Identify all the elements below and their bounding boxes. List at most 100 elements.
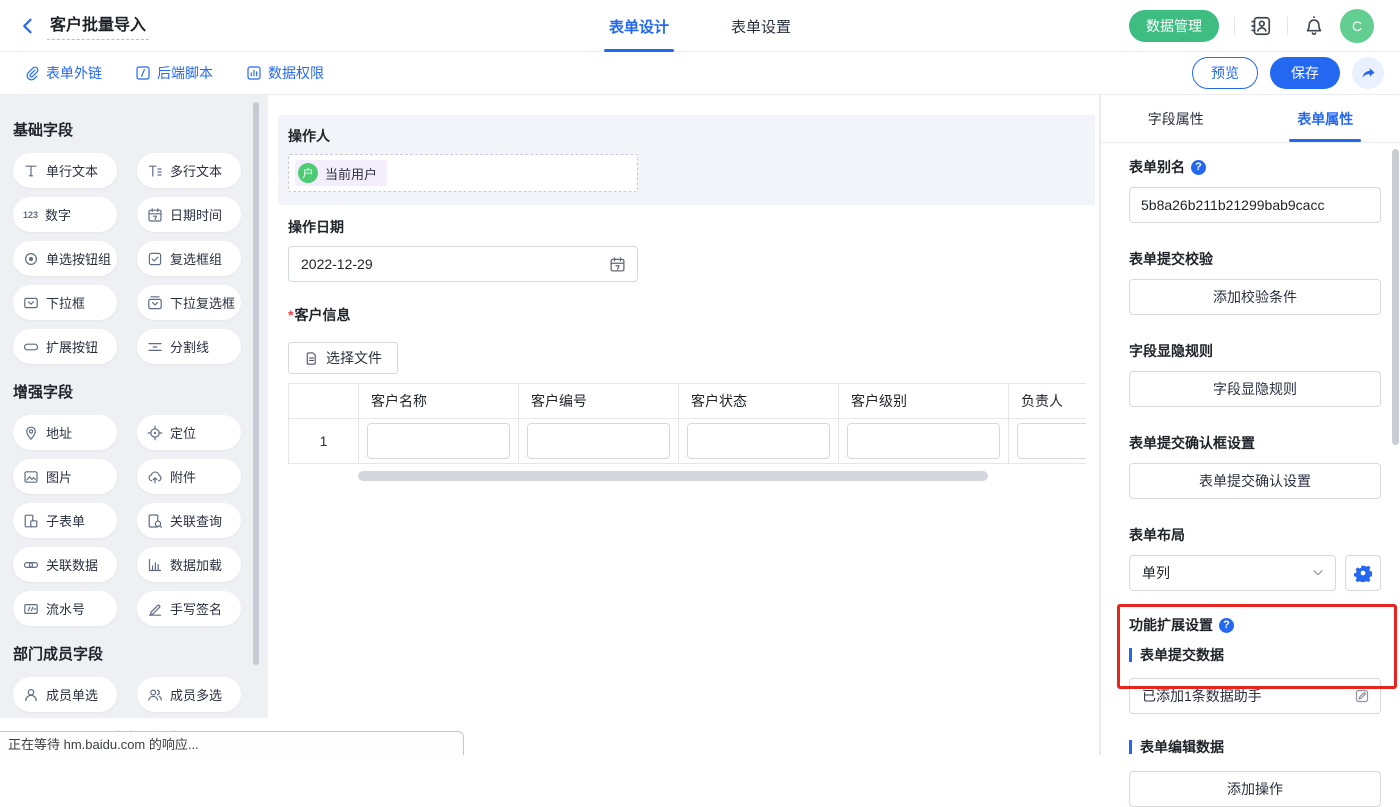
chevron-down-icon — [1311, 566, 1325, 580]
code-icon — [135, 65, 151, 81]
field-label: 手写签名 — [170, 599, 222, 618]
field-single-line-text[interactable]: 单行文本 — [13, 153, 117, 188]
field-label: 地址 — [46, 423, 72, 442]
extension-settings-label: 功能扩展设置 — [1129, 615, 1381, 635]
notification-bell-icon[interactable] — [1303, 15, 1325, 37]
customer-info-label: *客户信息 — [288, 305, 1085, 325]
field-related-data[interactable]: 关联数据 — [13, 547, 117, 582]
field-label: 关联查询 — [170, 511, 222, 530]
share-arrow-icon — [1360, 65, 1377, 82]
operation-date-field[interactable]: 操作日期 2022-12-29 — [288, 217, 638, 282]
choose-file-button[interactable]: 选择文件 — [288, 342, 398, 374]
sidebar-scrollbar[interactable] — [253, 102, 259, 665]
operator-field[interactable]: 操作人 户 当前用户 — [278, 115, 1095, 205]
add-operation-button[interactable]: 添加操作 — [1129, 771, 1381, 807]
field-extend-button[interactable]: 扩展按钮 — [13, 329, 117, 364]
contacts-icon[interactable] — [1250, 15, 1272, 37]
cell-input-customer-name[interactable] — [367, 423, 510, 459]
avatar[interactable]: C — [1340, 9, 1374, 43]
user-icon — [23, 687, 39, 703]
back-icon[interactable] — [18, 16, 38, 36]
tab-label: 表单设置 — [731, 16, 791, 37]
field-multi-line-text[interactable]: 多行文本 — [137, 153, 241, 188]
column-header: 负责人 — [1009, 384, 1087, 419]
cell-input-customer-level[interactable] — [847, 423, 1000, 459]
field-select[interactable]: 下拉框 — [13, 285, 117, 320]
calendar-icon — [147, 207, 163, 223]
date-input[interactable]: 2022-12-29 — [288, 246, 638, 282]
field-radio-group[interactable]: 单选按钮组 — [13, 241, 117, 276]
customer-info-field[interactable]: *客户信息 选择文件 客户名称 客户编号 客户状态 客户级别 负责人 1 — [288, 305, 1085, 481]
section-title-enhanced-fields: 增强字段 — [13, 381, 254, 402]
field-member-single[interactable]: 成员单选 — [13, 677, 117, 712]
chain-link-icon — [23, 557, 39, 573]
save-button[interactable]: 保存 — [1270, 57, 1340, 89]
map-pin-icon — [23, 425, 39, 441]
layout-select[interactable]: 单列 — [1129, 555, 1336, 591]
field-visibility-label: 字段显隐规则 — [1129, 341, 1381, 361]
field-multi-select[interactable]: 下拉复选框 — [137, 285, 241, 320]
panel-tabs: 字段属性 表单属性 — [1101, 95, 1400, 143]
data-assistant-box[interactable]: 已添加1条数据助手 — [1129, 678, 1381, 714]
form-alias-input[interactable]: 5b8a26b211b21299bab9cacc — [1129, 187, 1381, 223]
help-icon[interactable] — [1219, 618, 1234, 633]
calendar-icon — [609, 256, 626, 273]
cell-input-owner[interactable] — [1017, 423, 1086, 459]
index-column-header — [289, 384, 359, 419]
app-header: 客户批量导入 表单设计 表单设置 数据管理 C — [0, 0, 1400, 52]
edit-data-label: 表单编辑数据 — [1129, 737, 1381, 757]
field-serial-number[interactable]: 流水号 — [13, 591, 117, 626]
field-checkbox-group[interactable]: 复选框组 — [137, 241, 241, 276]
tab-form-settings[interactable]: 表单设置 — [700, 0, 822, 52]
field-label: 子表单 — [46, 511, 85, 530]
layout-settings-button[interactable] — [1345, 555, 1381, 591]
page-scrollbar[interactable] — [1392, 149, 1399, 445]
select-icon — [23, 295, 39, 311]
cell-input-customer-status[interactable] — [687, 423, 830, 459]
status-text: 正在等待 hm.baidu.com 的响应... — [8, 734, 199, 753]
tab-form-design[interactable]: 表单设计 — [578, 0, 700, 52]
customer-label-text: 客户信息 — [294, 307, 350, 323]
field-label: 附件 — [170, 467, 196, 486]
current-user-tag[interactable]: 户 当前用户 — [295, 160, 387, 186]
preview-button[interactable]: 预览 — [1192, 57, 1258, 89]
field-label: 分割线 — [170, 337, 209, 356]
page-title[interactable]: 客户批量导入 — [47, 11, 149, 40]
field-member-multi[interactable]: 成员多选 — [137, 677, 241, 712]
field-divider[interactable]: 分割线 — [137, 329, 241, 364]
submit-confirm-button[interactable]: 表单提交确认设置 — [1129, 463, 1381, 499]
field-number[interactable]: 123数字 — [13, 197, 117, 232]
field-signature[interactable]: 手写签名 — [137, 591, 241, 626]
pen-icon — [147, 601, 163, 617]
field-datetime[interactable]: 日期时间 — [137, 197, 241, 232]
field-visibility-button[interactable]: 字段显隐规则 — [1129, 371, 1381, 407]
form-external-link[interactable]: 表单外链 — [24, 63, 102, 83]
field-related-query[interactable]: 关联查询 — [137, 503, 241, 538]
field-image[interactable]: 图片 — [13, 459, 117, 494]
tab-form-properties[interactable]: 表单属性 — [1251, 95, 1400, 142]
number-icon: 123 — [23, 210, 38, 220]
share-button[interactable] — [1352, 57, 1384, 89]
gear-icon — [1354, 564, 1372, 582]
data-manage-button[interactable]: 数据管理 — [1129, 10, 1219, 42]
help-icon[interactable] — [1191, 160, 1206, 175]
link-label: 后端脚本 — [157, 63, 213, 83]
backend-script-link[interactable]: 后端脚本 — [135, 63, 213, 83]
layout-value: 单列 — [1142, 563, 1170, 583]
data-permission-link[interactable]: 数据权限 — [246, 63, 324, 83]
field-data-load[interactable]: 数据加载 — [137, 547, 241, 582]
field-subform[interactable]: 子表单 — [13, 503, 117, 538]
subform-horizontal-scrollbar[interactable] — [358, 471, 988, 481]
cell-input-customer-code[interactable] — [527, 423, 670, 459]
users-icon — [147, 687, 163, 703]
divider-icon — [147, 339, 163, 355]
add-validation-button[interactable]: 添加校验条件 — [1129, 279, 1381, 315]
field-location[interactable]: 定位 — [137, 415, 241, 450]
tab-field-properties[interactable]: 字段属性 — [1101, 95, 1251, 142]
current-user-label: 当前用户 — [325, 164, 377, 183]
field-address[interactable]: 地址 — [13, 415, 117, 450]
textarea-icon — [147, 163, 163, 179]
field-label: 下拉复选框 — [170, 293, 235, 312]
field-attachment[interactable]: 附件 — [137, 459, 241, 494]
operator-input[interactable]: 户 当前用户 — [288, 154, 638, 192]
